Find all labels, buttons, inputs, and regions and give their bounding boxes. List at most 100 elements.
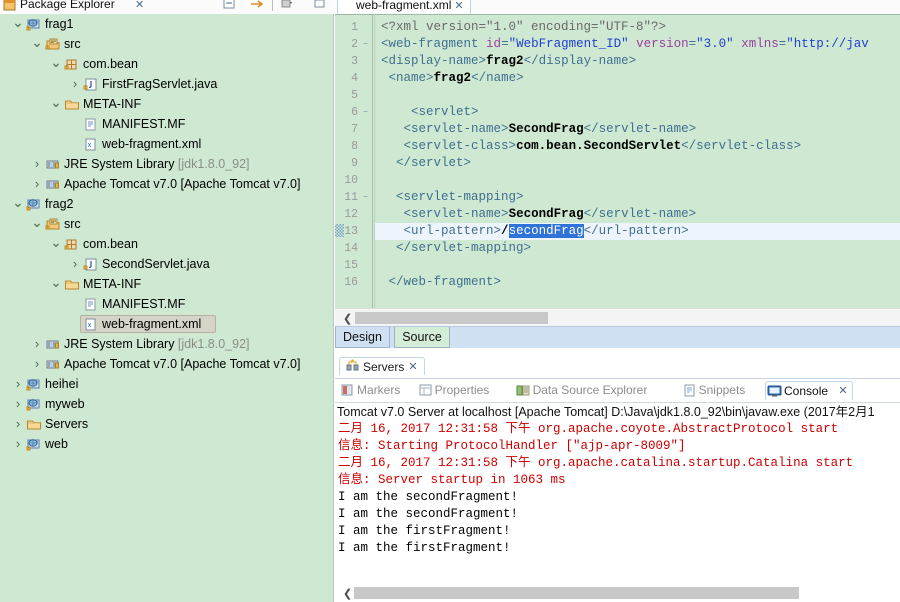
bottom-tab-markers[interactable]: Markers: [339, 381, 429, 400]
bottom-tab-console[interactable]: Console ✕: [765, 381, 853, 400]
editor-tab-web-fragment[interactable]: web-fragment.xml ✕: [337, 0, 471, 14]
svg-text:x: x: [88, 320, 92, 329]
tree-item[interactable]: ⌄! com.bean: [0, 234, 333, 254]
code-line[interactable]: <web-fragment id="WebFragment_ID" versio…: [381, 36, 869, 53]
chevron-right-icon[interactable]: ›: [69, 74, 81, 94]
tree-item[interactable]: ⌄! com.bean: [0, 54, 333, 74]
tree-item[interactable]: MANIFEST.MF: [0, 114, 333, 134]
code-line[interactable]: <display-name>frag2</display-name>: [381, 53, 636, 70]
chevron-right-icon[interactable]: ›: [12, 414, 24, 434]
chevron-right-icon[interactable]: ›: [69, 254, 81, 274]
scrollbar-thumb[interactable]: [354, 587, 799, 599]
chevron-right-icon[interactable]: ›: [31, 354, 43, 374]
code-line[interactable]: </servlet>: [381, 155, 471, 172]
tab-servers[interactable]: Servers ✕: [339, 357, 425, 375]
bottom-tab-label: Properties: [434, 383, 490, 397]
fold-toggle-icon[interactable]: −: [361, 108, 370, 117]
chevron-down-icon[interactable]: ⌄: [31, 215, 43, 229]
code-line[interactable]: <servlet-name>SecondFrag</servlet-name>: [381, 121, 697, 138]
svg-text:!: !: [66, 65, 67, 70]
chevron-right-icon[interactable]: ›: [12, 374, 24, 394]
tree-item[interactable]: ⌄ META-INF: [0, 94, 333, 114]
code-line[interactable]: <servlet-name>SecondFrag</servlet-name>: [381, 206, 697, 223]
chevron-down-icon[interactable]: ⌄: [50, 235, 62, 249]
code-line[interactable]: <servlet-class>com.bean.SecondServlet</s…: [381, 138, 802, 155]
collapse-all-button[interactable]: [222, 0, 236, 10]
tree-item[interactable]: ›! myweb: [0, 394, 333, 414]
line-number: 1: [351, 21, 358, 34]
chevron-down-icon[interactable]: ⌄: [50, 55, 62, 69]
tree-item[interactable]: ⌄! src: [0, 214, 333, 234]
close-icon[interactable]: ✕: [408, 360, 417, 373]
minimize-button[interactable]: [313, 0, 327, 10]
tree-item[interactable]: ⌄! frag1: [0, 14, 333, 34]
code-line[interactable]: <?xml version="1.0" encoding="UTF-8"?>: [381, 19, 666, 36]
line-number: 10: [344, 174, 358, 187]
editor-horizontal-scrollbar[interactable]: ❮: [335, 308, 900, 326]
code-line[interactable]: <servlet>: [381, 104, 479, 121]
line-number: 16: [344, 276, 358, 289]
close-icon[interactable]: ✕: [838, 382, 847, 401]
code-area[interactable]: <?xml version="1.0" encoding="UTF-8"?> <w…: [374, 15, 900, 308]
bottom-panel-tabs[interactable]: Markers Properties Data Source Explorer Sni…: [335, 379, 900, 402]
close-icon[interactable]: ✕: [135, 0, 144, 11]
chevron-down-icon[interactable]: ⌄: [50, 95, 62, 109]
tree-item[interactable]: MANIFEST.MF: [0, 294, 333, 314]
tree-item[interactable]: ›! web: [0, 434, 333, 454]
fold-toggle-icon[interactable]: −: [361, 40, 370, 49]
chevron-right-icon[interactable]: ›: [12, 394, 24, 414]
line-number: 4: [351, 72, 358, 85]
code-line[interactable]: </servlet-mapping>: [381, 240, 531, 257]
link-with-editor-button[interactable]: [250, 0, 264, 10]
bottom-tab-snippets[interactable]: Snippets: [681, 381, 777, 400]
console-horizontal-scrollbar[interactable]: ❮: [335, 584, 900, 602]
editor-page-tab-design[interactable]: Design: [335, 327, 390, 348]
console-output[interactable]: 二月 16, 2017 12:31:58 下午 org.apache.coyot…: [335, 421, 900, 580]
code-line[interactable]: <name>frag2</name>: [381, 70, 524, 87]
chevron-down-icon[interactable]: ⌄: [12, 15, 24, 29]
chevron-right-icon[interactable]: ›: [31, 174, 43, 194]
tree-item[interactable]: › Servers: [0, 414, 333, 434]
editor-page-tabs[interactable]: Design Source: [335, 326, 900, 348]
console-line: I am the secondFragment!: [338, 490, 519, 504]
bottom-tab-data-source-explorer[interactable]: Data Source Explorer: [515, 381, 693, 400]
tree-item[interactable]: › Apache Tomcat v7.0 [Apache Tomcat v7.0]: [0, 174, 333, 194]
code-line[interactable]: </web-fragment>: [381, 274, 502, 291]
scroll-left-arrow-icon[interactable]: ❮: [343, 587, 352, 600]
editor-page-tab-source[interactable]: Source: [394, 327, 450, 348]
close-icon[interactable]: ✕: [454, 0, 463, 12]
xml-source-editor[interactable]: 1 2−3 4 5 6−7 8 9 10 11−12 13 14 15 16 <?xml version…: [335, 14, 900, 308]
chevron-right-icon[interactable]: ›: [31, 154, 43, 174]
servers-icon: [346, 359, 359, 374]
tree-item[interactable]: ›! heihei: [0, 374, 333, 394]
bottom-tab-properties[interactable]: Properties: [417, 381, 527, 400]
scrollbar-thumb[interactable]: [355, 312, 548, 324]
code-line[interactable]: <servlet-mapping>: [381, 189, 524, 206]
view-menu-button[interactable]: [280, 0, 294, 10]
chevron-down-icon[interactable]: ⌄: [12, 195, 24, 209]
tree-item[interactable]: ⌄ META-INF: [0, 274, 333, 294]
java-file-icon: !: [83, 77, 99, 92]
tree-item[interactable]: ⌄! src: [0, 34, 333, 54]
web-project-icon: !: [26, 377, 42, 392]
tree-item[interactable]: x web-fragment.xml: [0, 134, 333, 154]
scroll-left-arrow-icon[interactable]: ❮: [343, 312, 352, 325]
chevron-down-icon[interactable]: ⌄: [31, 35, 43, 49]
package-explorer-view: Package Explorer ✕ ⌄! frag1 ⌄! src ⌄! com.bea…: [0, 0, 334, 602]
chevron-right-icon[interactable]: ›: [31, 334, 43, 354]
tree-item[interactable]: ›! SecondServlet.java: [0, 254, 333, 274]
code-line[interactable]: <url-pattern>/secondFrag</url-pattern>: [375, 223, 900, 240]
tree-item-label: JRE System Library [jdk1.8.0_92]: [64, 337, 250, 351]
chevron-right-icon[interactable]: ›: [12, 434, 24, 454]
project-tree[interactable]: ⌄! frag1 ⌄! src ⌄! com.bean ›! FirstFragServlet…: [0, 14, 333, 602]
chevron-down-icon[interactable]: ⌄: [50, 275, 62, 289]
tree-item[interactable]: ›! FirstFragServlet.java: [0, 74, 333, 94]
tree-item[interactable]: x web-fragment.xml: [0, 314, 333, 334]
tree-item[interactable]: › JRE System Library [jdk1.8.0_92]: [0, 334, 333, 354]
tree-item[interactable]: ⌄! frag2: [0, 194, 333, 214]
tree-item[interactable]: › Apache Tomcat v7.0 [Apache Tomcat v7.0]: [0, 354, 333, 374]
line-number: 5: [351, 89, 358, 102]
tree-item-label: src: [64, 217, 81, 231]
fold-toggle-icon[interactable]: −: [361, 193, 370, 202]
tree-item[interactable]: › JRE System Library [jdk1.8.0_92]: [0, 154, 333, 174]
